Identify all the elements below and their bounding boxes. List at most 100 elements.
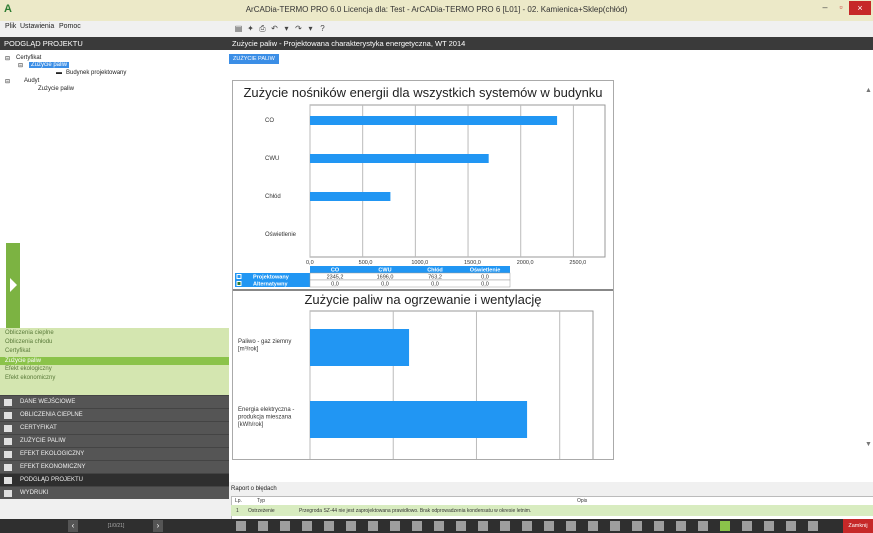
chart1-data-label: 0,0	[431, 282, 439, 288]
chart2-category-label: Energia elektryczna -	[238, 407, 294, 413]
pager-prev-button[interactable]: ‹	[68, 520, 78, 532]
preview-icon[interactable]: ⎙	[258, 24, 267, 33]
error-row-lp: 1	[236, 508, 239, 514]
chart1-table-row	[309, 279, 511, 288]
chart-divider	[233, 289, 613, 291]
bottom-tool-icon[interactable]	[654, 521, 664, 531]
chart1-tick-label: 2000,0	[517, 260, 534, 266]
bottom-toolbar	[229, 519, 873, 533]
bottom-tool-icon[interactable]	[478, 521, 488, 531]
help-icon[interactable]: ?	[318, 24, 327, 33]
submenu-efekt-ekonomiczny[interactable]: Efekt ekonomiczny	[5, 375, 55, 381]
print-icon[interactable]: ✦	[246, 24, 255, 33]
tree-item-zuzycie-paliw[interactable]: Zużycie paliw	[29, 62, 70, 68]
menu-plik[interactable]: Plik	[5, 23, 16, 30]
close-window-button[interactable]: ×	[849, 1, 871, 15]
chart2-bar	[310, 401, 528, 438]
maximize-button[interactable]: ▫	[834, 2, 848, 14]
scroll-down-icon[interactable]: ▼	[865, 441, 872, 448]
menu-ustawienia[interactable]: Ustawienia	[20, 23, 54, 30]
redo-icon[interactable]: ↷	[294, 24, 303, 33]
tree-expander-certyfikat[interactable]: ⊟	[5, 55, 10, 62]
zamknij-button[interactable]: Zamknij	[843, 519, 873, 533]
bottom-tool-icon[interactable]	[522, 521, 532, 531]
bottom-tool-icon[interactable]	[720, 521, 730, 531]
main-toolbar: ▤ ✦ ⎙ ↶ ▾ ↷ ▾?	[229, 21, 873, 37]
scroll-up-icon[interactable]: ▲	[865, 87, 872, 94]
tree-item-budynek[interactable]: Budynek projektowany	[66, 70, 126, 76]
nav-wydruki[interactable]: WYDRUKI	[0, 486, 229, 499]
bottom-tool-icon[interactable]	[588, 521, 598, 531]
content-header: Zużycie paliw - Projektowana charakterys…	[229, 37, 873, 50]
menu-pomoc[interactable]: Pomoc	[59, 23, 81, 30]
tree-item-certyfikat[interactable]: Certyfikat	[16, 55, 41, 61]
nav-obliczenia-cieplne[interactable]: OBLICZENIA CIEPLNE	[0, 408, 229, 421]
chart1-data-label: 0,0	[481, 275, 489, 281]
bottom-tool-icon[interactable]	[544, 521, 554, 531]
window-title: ArCADia-TERMO PRO 6.0 Licencja dla: Test…	[245, 5, 628, 14]
bottom-tool-icon[interactable]	[346, 521, 356, 531]
bottom-tool-icon[interactable]	[632, 521, 642, 531]
bottom-tool-icon[interactable]	[698, 521, 708, 531]
nav-spacer	[0, 499, 229, 519]
bottom-tool-icon[interactable]	[412, 521, 422, 531]
nav-efekt-ekonomiczny[interactable]: EFEKT EKONOMICZNY	[0, 460, 229, 473]
chart2-category-label: produkcja mieszana	[238, 415, 292, 421]
nav-zuzycie-paliw[interactable]: ZUŻYCIE PALIW	[0, 434, 229, 447]
chart1-category-label: Oświetlenie	[265, 232, 297, 238]
bottom-tool-icon[interactable]	[500, 521, 510, 531]
nav-podglad-projektu[interactable]: PODGLĄD PROJEKTU	[0, 473, 229, 486]
bottom-tool-icon[interactable]	[390, 521, 400, 531]
project-tree: ⊟ Certyfikat ⊟ Zużycie paliw ▬ Budynek p…	[0, 50, 230, 328]
tree-expander-zuzycie[interactable]: ⊟	[18, 62, 23, 69]
bottom-tool-icon[interactable]	[566, 521, 576, 531]
undo-icon[interactable]: ↶	[270, 24, 279, 33]
filter-icon[interactable]: ▾	[282, 24, 291, 33]
bottom-tool-icon[interactable]	[808, 521, 818, 531]
bottom-tool-icon[interactable]	[324, 521, 334, 531]
submenu-efekt-ekologiczny[interactable]: Efekt ekologiczny	[5, 366, 52, 372]
chart2-category-label: [m³/rok]	[238, 347, 259, 353]
bottom-tool-icon[interactable]	[610, 521, 620, 531]
nav-efekt-ekologiczny[interactable]: EFEKT EKOLOGICZNY	[0, 447, 229, 460]
tree-expander-audyt[interactable]: ⊟	[5, 78, 10, 85]
chart1-category-label: CO	[265, 118, 274, 124]
calc-icon	[4, 412, 12, 419]
minimize-button[interactable]: –	[818, 2, 832, 14]
bottom-tool-icon[interactable]	[368, 521, 378, 531]
error-row[interactable]: 1 Ostrzeżenie Przegroda SZ-44 nie jest z…	[231, 505, 873, 516]
bottom-tool-icon[interactable]	[258, 521, 268, 531]
bottom-tool-icon[interactable]	[236, 521, 246, 531]
chart2-bar	[310, 329, 410, 366]
bottom-tool-icon[interactable]	[764, 521, 774, 531]
submenu: Obliczenia cieplne Obliczenia chłodu Cer…	[0, 328, 229, 395]
submenu-certyfikat[interactable]: Certyfikat	[5, 348, 30, 354]
nav-label: OBLICZENIA CIEPLNE	[20, 412, 83, 418]
bottom-tool-icon[interactable]	[434, 521, 444, 531]
nav-label: EFEKT EKOLOGICZNY	[20, 451, 85, 457]
bottom-tool-icon[interactable]	[456, 521, 466, 531]
bottom-tool-icon[interactable]	[676, 521, 686, 531]
tree-item-audyt[interactable]: Audyt	[24, 78, 39, 84]
chart1-bar	[310, 154, 489, 163]
bottom-tool-icon[interactable]	[302, 521, 312, 531]
bottom-tool-icon[interactable]	[786, 521, 796, 531]
bottom-tool-icon[interactable]	[742, 521, 752, 531]
error-col-lp: Lp.	[235, 498, 242, 504]
chart2-fuel-usage: Paliwo - gaz ziemny [m³/rok] Energia elekt…	[238, 310, 594, 459]
tree-item-audyt-zuzycie[interactable]: Zużycie paliw	[38, 86, 74, 92]
chart1-tick-label: 500,0	[359, 260, 373, 266]
save-icon[interactable]: ▤	[234, 24, 243, 33]
pager-next-button[interactable]: ›	[153, 520, 163, 532]
nav-dane-wejsciowe[interactable]: DANE WEJŚCIOWE	[0, 395, 229, 408]
submenu-obliczenia-cieplne[interactable]: Obliczenia cieplne	[5, 330, 54, 336]
submenu-obliczenia-chlodu[interactable]: Obliczenia chłodu	[5, 339, 52, 345]
submenu-zuzycie-paliw[interactable]: Zużycie paliw	[0, 357, 229, 365]
tab-zuzycie-paliw[interactable]: ZUŻYCIE PALIW	[229, 54, 279, 64]
chart1-legend-swatch	[236, 281, 242, 286]
chart2-category-label: Paliwo - gaz ziemny	[238, 339, 291, 345]
bottom-tool-icon[interactable]	[280, 521, 290, 531]
nav-certyfikat[interactable]: CERTYFIKAT	[0, 421, 229, 434]
filter2-icon[interactable]: ▾	[306, 24, 315, 33]
preview-icon	[4, 477, 12, 484]
